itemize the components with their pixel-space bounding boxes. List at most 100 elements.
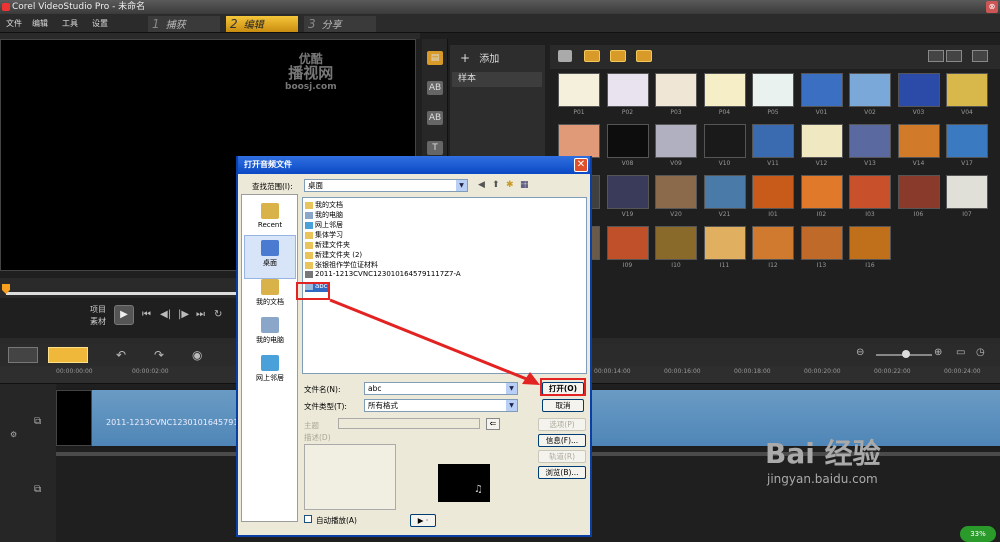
library-thumbnail[interactable] xyxy=(703,175,746,209)
description-field[interactable] xyxy=(304,444,396,510)
show-audio-icon[interactable] xyxy=(636,50,652,62)
mode-clip[interactable]: 素材 xyxy=(90,316,106,328)
prev-frame-icon[interactable]: ◀| xyxy=(160,309,171,320)
library-thumbnail[interactable] xyxy=(849,175,891,209)
library-thumbnail[interactable] xyxy=(558,73,600,107)
library-thumbnail[interactable] xyxy=(800,226,843,260)
media-icon[interactable]: ▤ xyxy=(427,51,443,65)
overlay-track-icon[interactable]: ⧉ xyxy=(34,484,41,495)
file-item[interactable]: 2011-1213CVNC1230101645791117Z7-A xyxy=(305,270,461,280)
redo-icon[interactable]: ↷ xyxy=(154,348,164,362)
text-icon[interactable]: T xyxy=(427,141,443,155)
library-thumbnail[interactable] xyxy=(800,175,843,209)
video-track-icon[interactable]: ⧉ xyxy=(34,416,41,427)
show-photo-icon[interactable] xyxy=(610,50,626,62)
library-thumbnail[interactable] xyxy=(897,175,940,209)
record-icon[interactable]: ◉ xyxy=(192,348,202,362)
zoom-control[interactable]: ⊖ ⊕ ▭ ◷ xyxy=(856,347,996,361)
storyboard-view-button[interactable] xyxy=(8,347,38,363)
place-desktop[interactable]: 桌面 xyxy=(244,235,296,279)
menu-edit[interactable]: 编辑 xyxy=(32,18,48,29)
place-network[interactable]: 网上邻居 xyxy=(244,351,296,395)
add-folder-button[interactable]: + 添加 xyxy=(460,50,499,65)
file-item[interactable]: 新建文件夹 (2) xyxy=(305,250,362,260)
end-icon[interactable]: ⏭ xyxy=(196,309,205,320)
library-thumbnail[interactable] xyxy=(655,226,697,260)
filetype-dropdown[interactable]: 所有格式 ▼ xyxy=(364,399,518,412)
close-app-icon[interactable]: ⊗ xyxy=(986,1,998,13)
library-thumbnail[interactable] xyxy=(606,73,649,107)
file-item[interactable]: 网上邻居 xyxy=(305,220,343,230)
back-icon[interactable]: ◀ xyxy=(478,180,485,190)
library-thumbnail[interactable] xyxy=(655,73,697,107)
library-thumbnail[interactable] xyxy=(655,175,697,209)
step-edit[interactable]: 2 编辑 xyxy=(226,16,298,32)
library-thumbnail[interactable] xyxy=(800,73,843,107)
title-text-icon[interactable]: AB xyxy=(427,111,443,125)
up-folder-icon[interactable]: ⬆ xyxy=(492,180,500,190)
zoom-out-icon[interactable]: ⊖ xyxy=(856,347,864,358)
subject-field[interactable] xyxy=(338,418,480,429)
menu-file[interactable]: 文件 xyxy=(6,18,22,29)
track-settings-icon[interactable]: ⚙ xyxy=(10,430,17,439)
repeat-icon[interactable]: ↻ xyxy=(214,309,222,320)
step-capture[interactable]: 1 捕获 xyxy=(148,16,220,32)
library-thumbnail[interactable] xyxy=(897,124,940,158)
library-folder-sample[interactable]: 样本 xyxy=(452,72,542,87)
library-thumbnail[interactable] xyxy=(849,73,891,107)
list-view-icon[interactable] xyxy=(928,50,944,62)
options-button[interactable]: 选项(P) xyxy=(538,418,586,431)
show-video-icon[interactable] xyxy=(584,50,600,62)
duration-icon[interactable]: ◷ xyxy=(976,347,985,358)
file-item[interactable]: 我的电脑 xyxy=(305,210,343,220)
file-item[interactable]: 我的文档 xyxy=(305,200,343,210)
library-thumbnail[interactable] xyxy=(946,124,988,158)
file-item[interactable]: 张银祖作学位证材料 xyxy=(305,260,378,270)
grid-view-icon[interactable] xyxy=(946,50,962,62)
library-thumbnail[interactable] xyxy=(752,175,794,209)
mode-project[interactable]: 项目 xyxy=(90,304,106,316)
info-button[interactable]: 信息(F)... xyxy=(538,434,586,447)
step-share[interactable]: 3 分享 xyxy=(304,16,376,32)
play-button[interactable]: ▶ xyxy=(114,305,134,325)
undo-icon[interactable]: ↶ xyxy=(116,348,126,362)
timeline-view-button[interactable] xyxy=(48,347,88,363)
library-thumbnail[interactable] xyxy=(606,124,649,158)
sort-icon[interactable] xyxy=(972,50,988,62)
library-thumbnail[interactable] xyxy=(946,73,988,107)
library-thumbnail[interactable] xyxy=(800,124,843,158)
file-item[interactable]: 新建文件夹 xyxy=(305,240,350,250)
library-thumbnail[interactable] xyxy=(655,124,697,158)
library-thumbnail[interactable] xyxy=(752,226,794,260)
filename-input[interactable]: abc ▼ xyxy=(364,382,518,395)
library-thumbnail[interactable] xyxy=(752,73,794,107)
library-thumbnail[interactable] xyxy=(752,124,794,158)
view-menu-icon[interactable]: ▦ xyxy=(520,180,529,190)
library-thumbnail[interactable] xyxy=(703,73,746,107)
library-thumbnail[interactable] xyxy=(703,124,746,158)
mode-labels[interactable]: 项目 素材 xyxy=(90,304,106,328)
file-item[interactable]: 集体学习 xyxy=(305,230,343,240)
dialog-close-button[interactable]: ✕ xyxy=(574,158,588,172)
fit-project-icon[interactable]: ▭ xyxy=(956,347,965,358)
library-thumbnail[interactable] xyxy=(946,175,988,209)
play-preview-button[interactable]: ▶ · xyxy=(410,514,436,527)
enter-arrow-icon[interactable]: ⇐ xyxy=(486,418,500,430)
home-icon[interactable]: ⏮ xyxy=(142,309,151,320)
library-thumbnail[interactable] xyxy=(897,73,940,107)
menu-settings[interactable]: 设置 xyxy=(92,18,108,29)
browse-button[interactable]: 浏览(B)... xyxy=(538,466,586,479)
zoom-slider-handle[interactable] xyxy=(902,350,910,358)
new-folder-icon[interactable]: ✱ xyxy=(506,180,514,190)
library-thumbnail[interactable] xyxy=(558,124,600,158)
library-thumbnail[interactable] xyxy=(849,226,891,260)
zoom-in-icon[interactable]: ⊕ xyxy=(934,347,942,358)
autoplay-checkbox[interactable] xyxy=(304,515,312,523)
folder-icon[interactable] xyxy=(558,50,572,62)
library-thumbnail[interactable] xyxy=(703,226,746,260)
library-thumbnail[interactable] xyxy=(849,124,891,158)
library-thumbnail[interactable] xyxy=(606,175,649,209)
menu-tools[interactable]: 工具 xyxy=(62,18,78,29)
library-thumbnail[interactable] xyxy=(606,226,649,260)
transition-icon[interactable]: AB xyxy=(427,81,443,95)
